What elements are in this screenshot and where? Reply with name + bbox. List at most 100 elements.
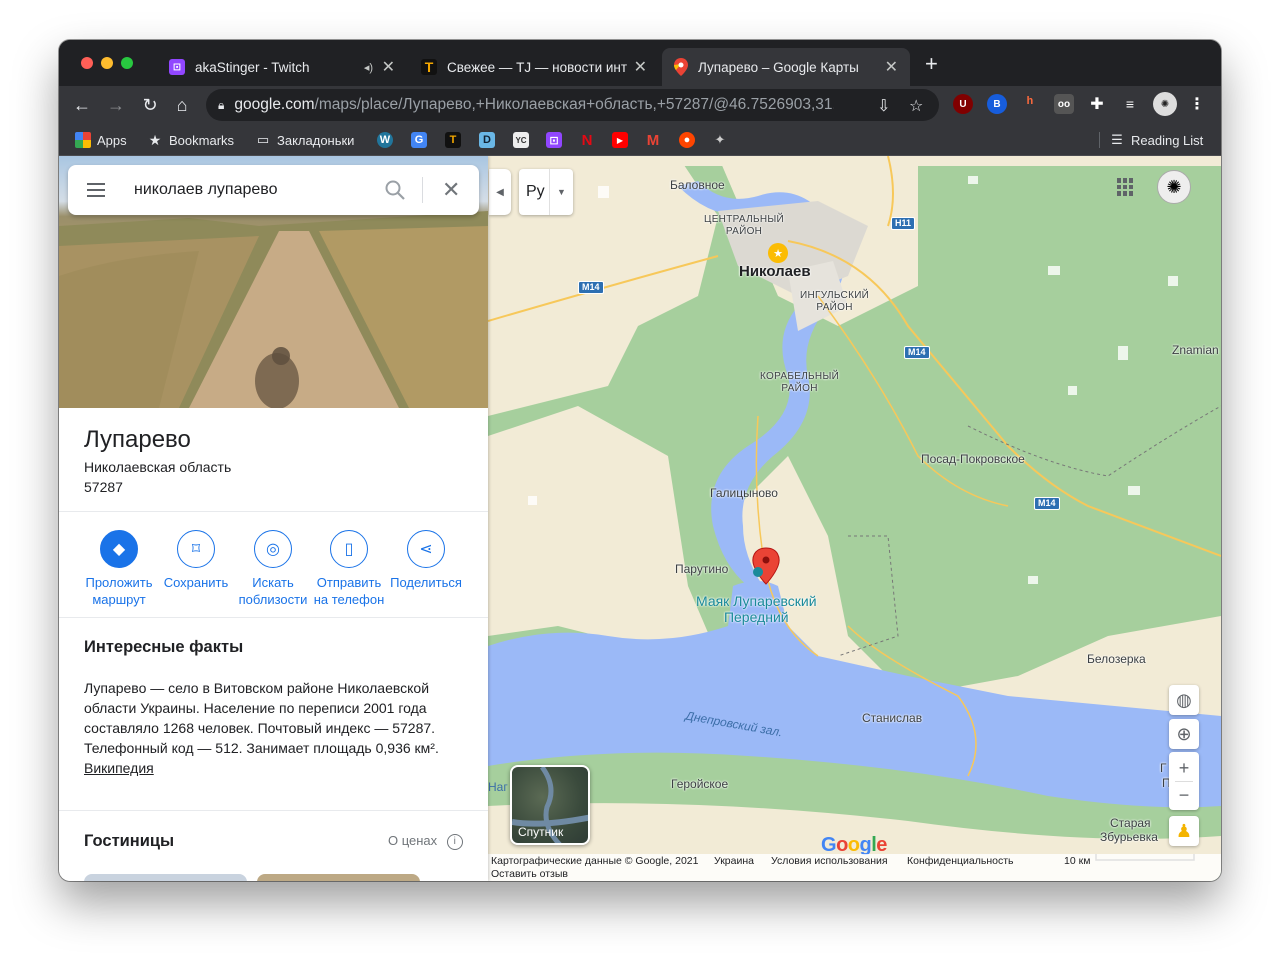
close-window-button[interactable] <box>81 57 93 69</box>
globe-icon: ◍ <box>1176 689 1192 710</box>
satellite-toggle[interactable]: Спутник <box>510 765 590 845</box>
hamburger-menu-icon[interactable] <box>86 180 106 200</box>
bookmark-star-icon[interactable]: ☆ <box>909 96 923 116</box>
hotels-title: Гостиницы <box>84 832 175 850</box>
place-title: Лупарево <box>84 426 191 453</box>
bookmark-netflix[interactable]: N <box>579 131 601 149</box>
ublock-extension-icon[interactable]: U <box>953 94 973 114</box>
bookmark-wordpress[interactable]: W <box>377 132 399 148</box>
map-label-poi[interactable]: Маяк Лупаревский Передний <box>696 593 817 625</box>
puzzle-extension-icon[interactable]: ✚ <box>1087 94 1107 114</box>
clear-search-icon[interactable]: ✕ <box>442 177 460 203</box>
back-button[interactable]: ← <box>70 93 94 117</box>
collapse-panel-button[interactable]: ◀ <box>489 169 511 215</box>
send-to-phone-button[interactable]: ▯ Отправить на телефон <box>309 530 389 608</box>
lock-icon[interactable]: 🔒︎ <box>218 98 224 113</box>
chevron-down-icon[interactable]: ▼ <box>549 169 573 215</box>
bookmark-game[interactable]: ✦ <box>712 132 734 148</box>
install-icon[interactable]: ⇩ <box>877 96 890 116</box>
home-button[interactable]: ⌂ <box>170 93 194 117</box>
forward-button[interactable]: → <box>104 93 128 117</box>
scale-label[interactable]: 10 км <box>1064 855 1090 867</box>
highway-badge: Н11 <box>891 217 916 230</box>
apps-grid-icon <box>75 132 91 148</box>
tab-strip: ⊡ akaStinger - Twitch ◂) ✕ T Свежее — TJ… <box>59 40 1221 86</box>
google-maps-icon <box>674 58 688 76</box>
reading-list-button[interactable]: ☰ Reading List <box>1109 132 1203 148</box>
highway-badge: М14 <box>1034 497 1060 510</box>
bookmark-youtube[interactable]: ▶ <box>612 132 634 148</box>
browser-toolbar: ← → ↻ ⌂ 🔒︎ google.com/maps/place/Лупарев… <box>59 86 1221 124</box>
bookmark-bookmarks[interactable]: ★ Bookmarks <box>147 132 234 148</box>
info-icon: i <box>446 833 463 850</box>
map-label: Белозерка <box>1087 652 1146 666</box>
bookmark-apps[interactable]: Apps <box>75 132 127 148</box>
map-label: ЦЕНТРАЛЬНЫЙ РАЙОН <box>704 214 784 237</box>
tab-tj[interactable]: T Свежее — TJ — новости интернета ✕ <box>409 48 659 86</box>
zoom-in-button[interactable]: + <box>1179 755 1190 781</box>
share-button[interactable]: ⋖ Поделиться <box>386 530 466 591</box>
bookmark-gmail[interactable]: M <box>645 132 667 149</box>
bitwarden-extension-icon[interactable]: B <box>987 94 1007 114</box>
directions-button[interactable]: ◆ Проложить маршрут <box>79 530 159 608</box>
map-label: Галицыново <box>710 486 778 500</box>
tab-twitch[interactable]: ⊡ akaStinger - Twitch ◂) ✕ <box>157 48 407 86</box>
divider <box>59 617 488 618</box>
my-location-button[interactable]: ⊕ <box>1169 719 1199 749</box>
search-divider <box>422 177 423 203</box>
reading-queue-icon[interactable]: ≡ <box>1120 94 1140 114</box>
speaker-icon[interactable]: ◂) <box>364 61 373 74</box>
minimize-window-button[interactable] <box>101 57 113 69</box>
bookmark-yc[interactable]: YC <box>513 132 535 148</box>
bookmark-folder[interactable]: ▭ Закладоньки <box>255 132 355 148</box>
terms-link[interactable]: Условия использования <box>771 855 888 867</box>
bookmark-twitch[interactable]: ⊡ <box>546 132 568 148</box>
feedback-link[interactable]: Оставить отзыв <box>491 868 568 880</box>
netflix-icon: N <box>581 131 593 149</box>
account-avatar[interactable]: ✺ <box>1157 170 1191 204</box>
map-label: Баловное <box>670 178 725 192</box>
zoom-out-button[interactable]: − <box>1179 782 1190 808</box>
hotel-thumbnail[interactable] <box>84 874 247 881</box>
tab-google-maps[interactable]: Лупарево – Google Карты ✕ <box>662 48 910 86</box>
map-graphic: ★ <box>488 156 1221 881</box>
wikipedia-link[interactable]: Википедия <box>84 760 154 776</box>
map-canvas[interactable]: ★ ◀ Ру ▼ ✺ Баловное ЦЕНТРАЛЬНЫЙ РАЙОН Ни… <box>488 156 1221 881</box>
highway-badge: М14 <box>578 281 604 294</box>
menu-kebab-icon[interactable]: ⋮ <box>1187 94 1207 114</box>
reload-button[interactable]: ↻ <box>138 93 162 117</box>
map-footer: Картографические данные © Google, 2021 У… <box>488 854 1221 881</box>
privacy-link[interactable]: Конфиденциальность <box>907 855 1014 867</box>
apps-grid-icon[interactable] <box>1117 178 1135 196</box>
search-nearby-button[interactable]: ◎ Искать поблизости <box>233 530 313 608</box>
close-tab-icon[interactable]: ✕ <box>382 57 395 77</box>
globe-view-button[interactable]: ◍ <box>1169 685 1199 715</box>
close-tab-icon[interactable]: ✕ <box>885 57 898 77</box>
country-link[interactable]: Украина <box>714 855 754 867</box>
close-tab-icon[interactable]: ✕ <box>634 57 647 77</box>
star-icon: ★ <box>148 131 162 148</box>
language-selector[interactable]: Ру ▼ <box>519 169 573 215</box>
map-attribution[interactable]: Картографические данные © Google, 2021 <box>491 855 698 867</box>
glasses-extension-icon[interactable]: oo <box>1054 94 1074 114</box>
price-info[interactable]: О ценах i <box>388 833 463 850</box>
bookmark-translate[interactable]: G <box>411 132 433 148</box>
bookmark-reddit[interactable]: ● <box>679 132 701 148</box>
maximize-window-button[interactable] <box>121 57 133 69</box>
new-tab-button[interactable]: + <box>925 53 938 75</box>
address-bar[interactable]: 🔒︎ google.com/maps/place/Лупарево,+Никол… <box>206 89 939 121</box>
send-to-phone-icon: ▯ <box>330 530 368 568</box>
street-view-pegman[interactable]: ♟ <box>1169 816 1199 846</box>
profile-avatar[interactable]: ✺ <box>1153 92 1177 116</box>
hotel-thumbnail[interactable] <box>257 874 420 881</box>
map-label: Посад-Покровское <box>921 452 1025 466</box>
bookmark-tj[interactable]: T <box>445 132 467 148</box>
twitch-icon: ⊡ <box>169 59 185 75</box>
search-input[interactable] <box>134 178 374 202</box>
save-button[interactable]: ⌑ Сохранить <box>156 530 236 591</box>
d-icon: D <box>479 132 495 148</box>
bookmark-d[interactable]: D <box>479 132 501 148</box>
honey-extension-icon[interactable]: ʰ <box>1020 94 1040 114</box>
map-label: Старая <box>1110 816 1151 830</box>
search-icon[interactable] <box>384 179 406 201</box>
